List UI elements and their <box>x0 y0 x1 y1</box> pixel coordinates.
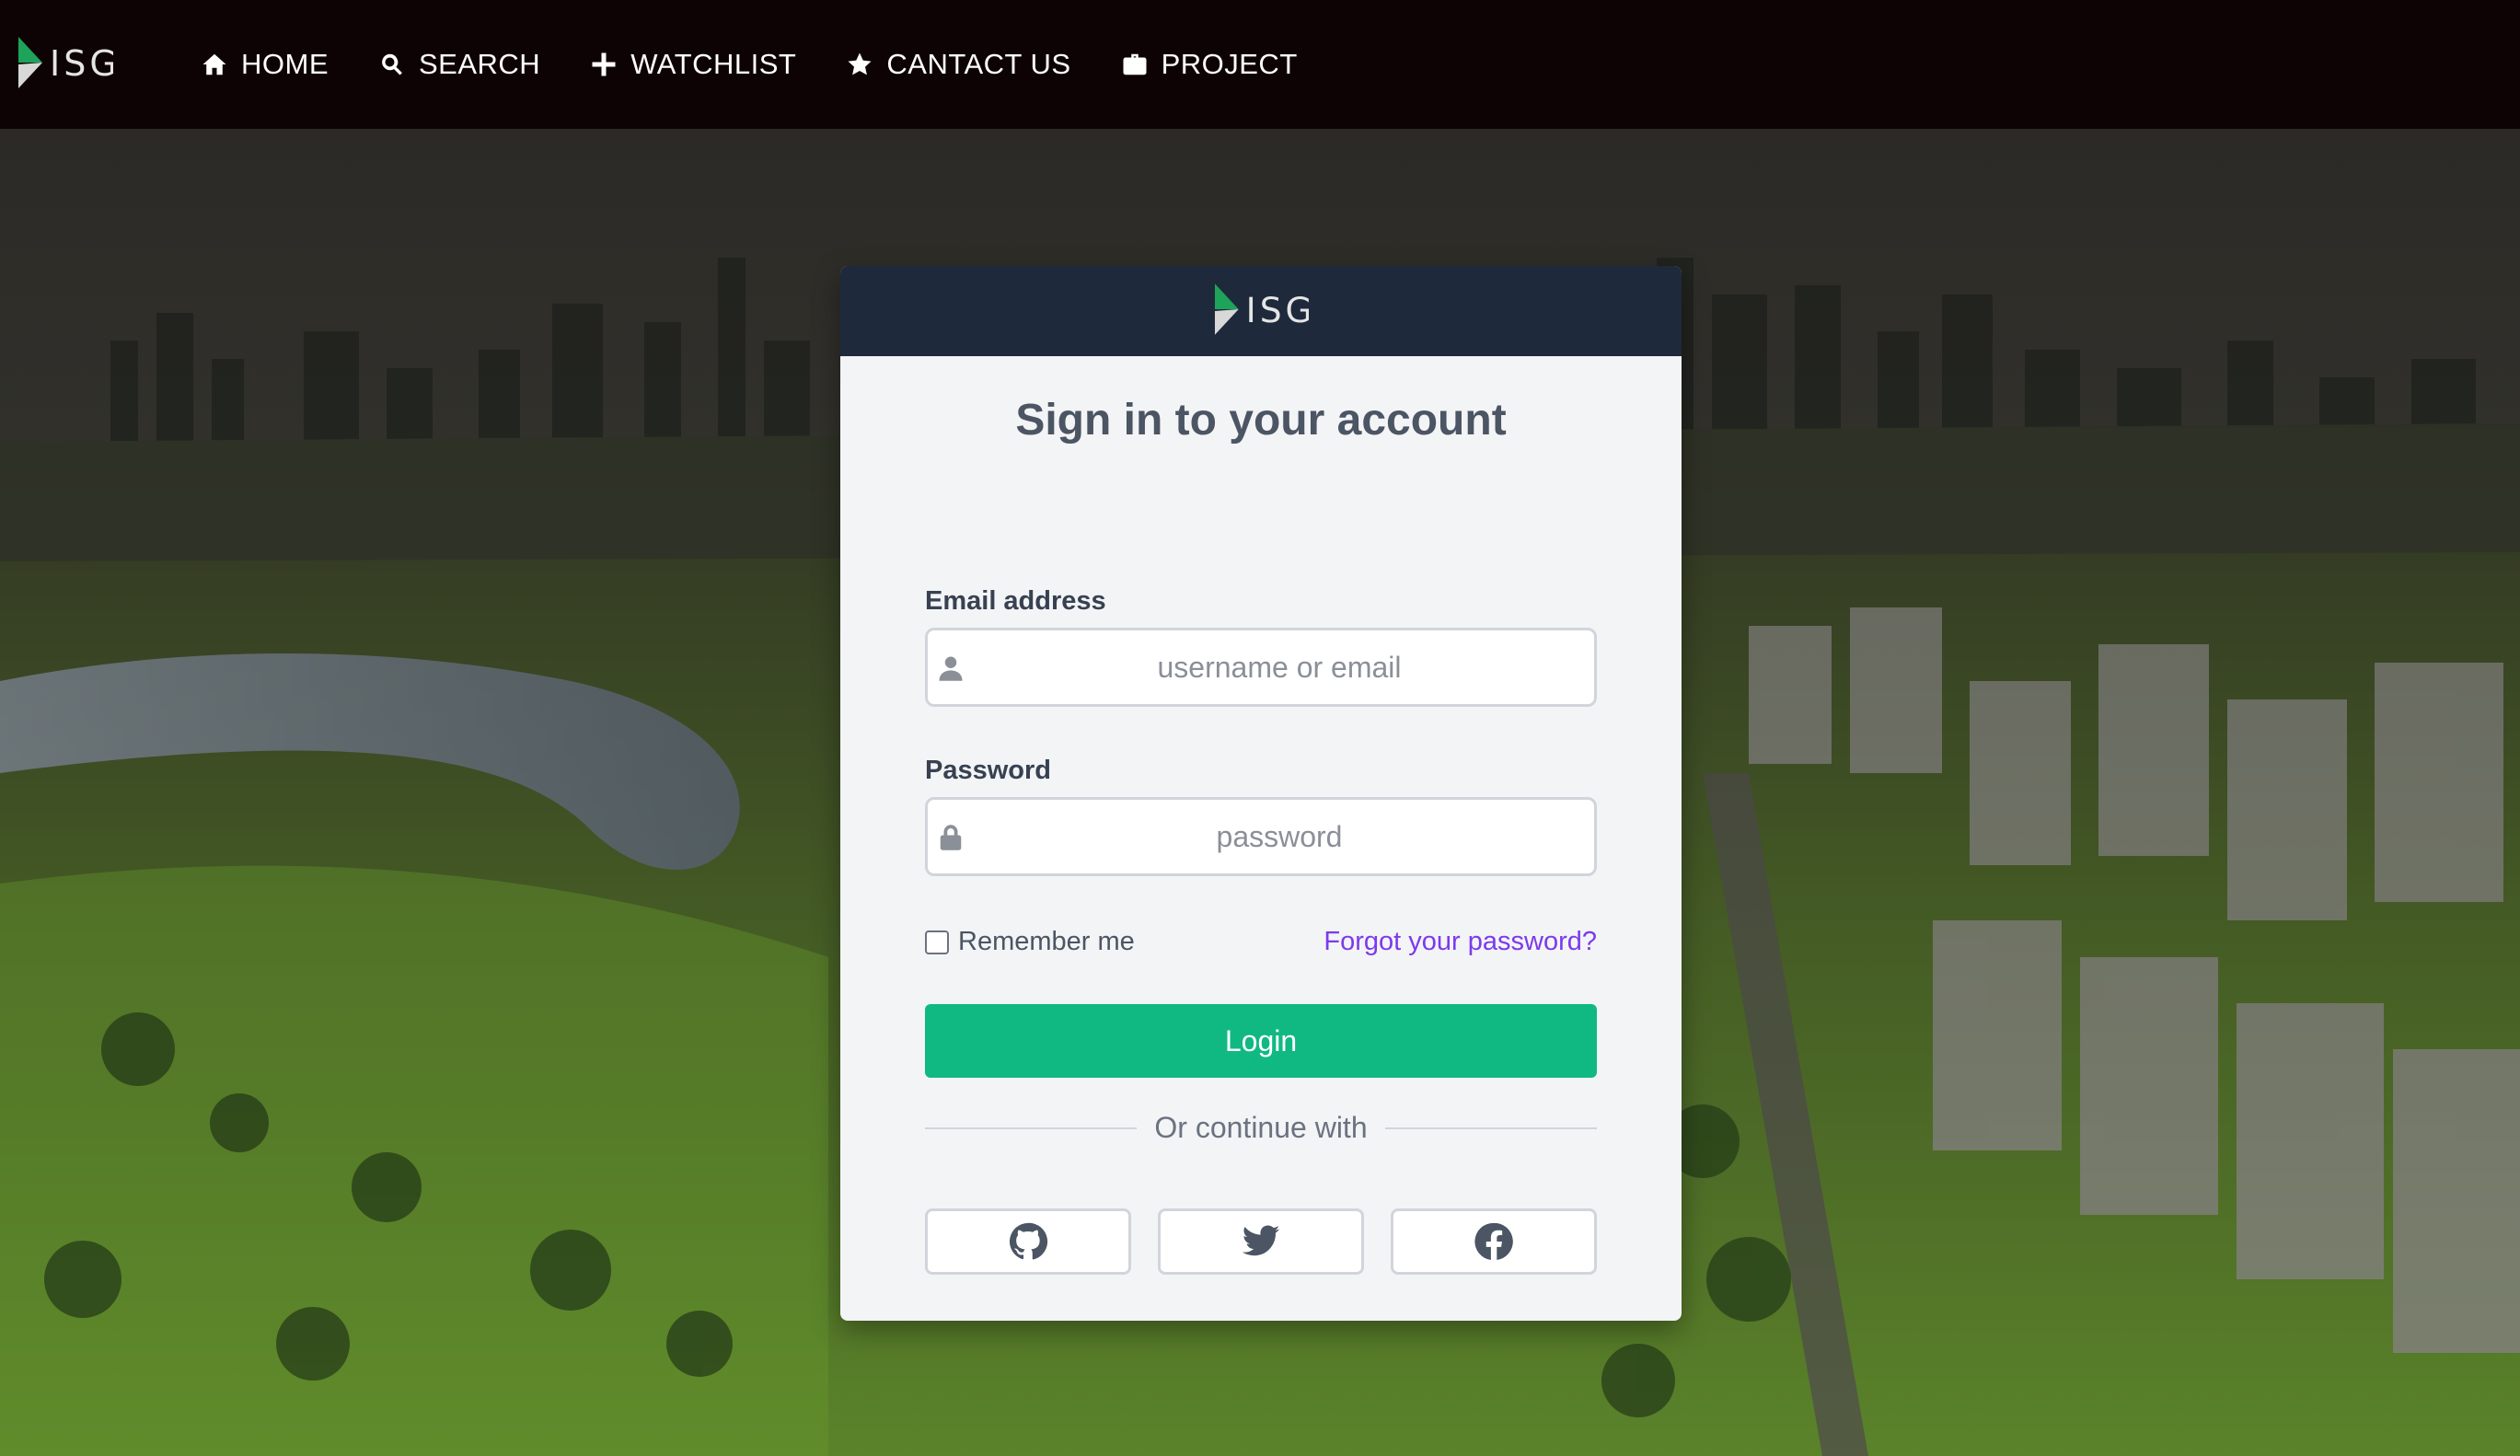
twitter-icon <box>1242 1225 1280 1256</box>
home-icon <box>202 53 226 75</box>
nav-item-contact[interactable]: CANTACT US <box>846 48 1070 81</box>
github-icon <box>1009 1222 1048 1260</box>
nav-item-label: PROJECT <box>1161 48 1298 80</box>
github-login-button[interactable] <box>925 1208 1131 1275</box>
nav-item-label: CANTACT US <box>886 48 1071 80</box>
email-input[interactable] <box>928 630 1594 704</box>
password-field-wrapper <box>925 797 1597 876</box>
brand-logo[interactable]: ISG <box>17 35 113 92</box>
remember-me[interactable]: Remember me <box>925 927 1135 957</box>
nav-item-watchlist[interactable]: WATCHLIST <box>590 48 796 81</box>
twitter-login-button[interactable] <box>1158 1208 1364 1275</box>
password-input[interactable] <box>928 800 1594 873</box>
email-field-wrapper <box>925 628 1597 707</box>
facebook-login-button[interactable] <box>1391 1208 1597 1275</box>
login-card: ISG Sign in to your account Email addres… <box>840 266 1682 1321</box>
nav-item-label: SEARCH <box>419 48 541 80</box>
top-navbar: ISG HOME SEARCH WATCHLIST CANTACT US PRO… <box>0 0 2520 129</box>
login-card-header: ISG <box>840 266 1682 356</box>
facebook-icon <box>1474 1222 1513 1260</box>
remember-me-label: Remember me <box>958 927 1135 956</box>
brand-logo-text: ISG <box>50 43 113 84</box>
nav-item-label: WATCHLIST <box>630 48 797 80</box>
star-icon <box>848 52 872 75</box>
social-login-row <box>925 1208 1597 1275</box>
remember-me-checkbox[interactable] <box>925 930 949 954</box>
login-title: Sign in to your account <box>1015 396 1507 445</box>
forgot-password-link[interactable]: Forgot your password? <box>1324 927 1597 957</box>
email-label: Email address <box>925 586 1106 616</box>
card-logo: ISG <box>1214 283 1309 335</box>
password-label: Password <box>925 756 1051 785</box>
search-icon <box>382 53 402 75</box>
nav-item-label: HOME <box>241 48 329 80</box>
nav-item-home[interactable]: HOME <box>201 48 329 81</box>
continue-with-divider: Or continue with <box>925 1109 1597 1146</box>
briefcase-icon <box>1123 53 1147 75</box>
divider-line <box>1385 1127 1597 1129</box>
login-button[interactable]: Login <box>925 1004 1597 1078</box>
nav-item-project[interactable]: PROJECT <box>1121 48 1298 81</box>
nav-menu: HOME SEARCH WATCHLIST CANTACT US PROJECT <box>201 0 1347 129</box>
plus-icon <box>592 52 616 76</box>
nav-item-search[interactable]: SEARCH <box>378 48 540 81</box>
card-logo-text: ISG <box>1246 290 1309 330</box>
